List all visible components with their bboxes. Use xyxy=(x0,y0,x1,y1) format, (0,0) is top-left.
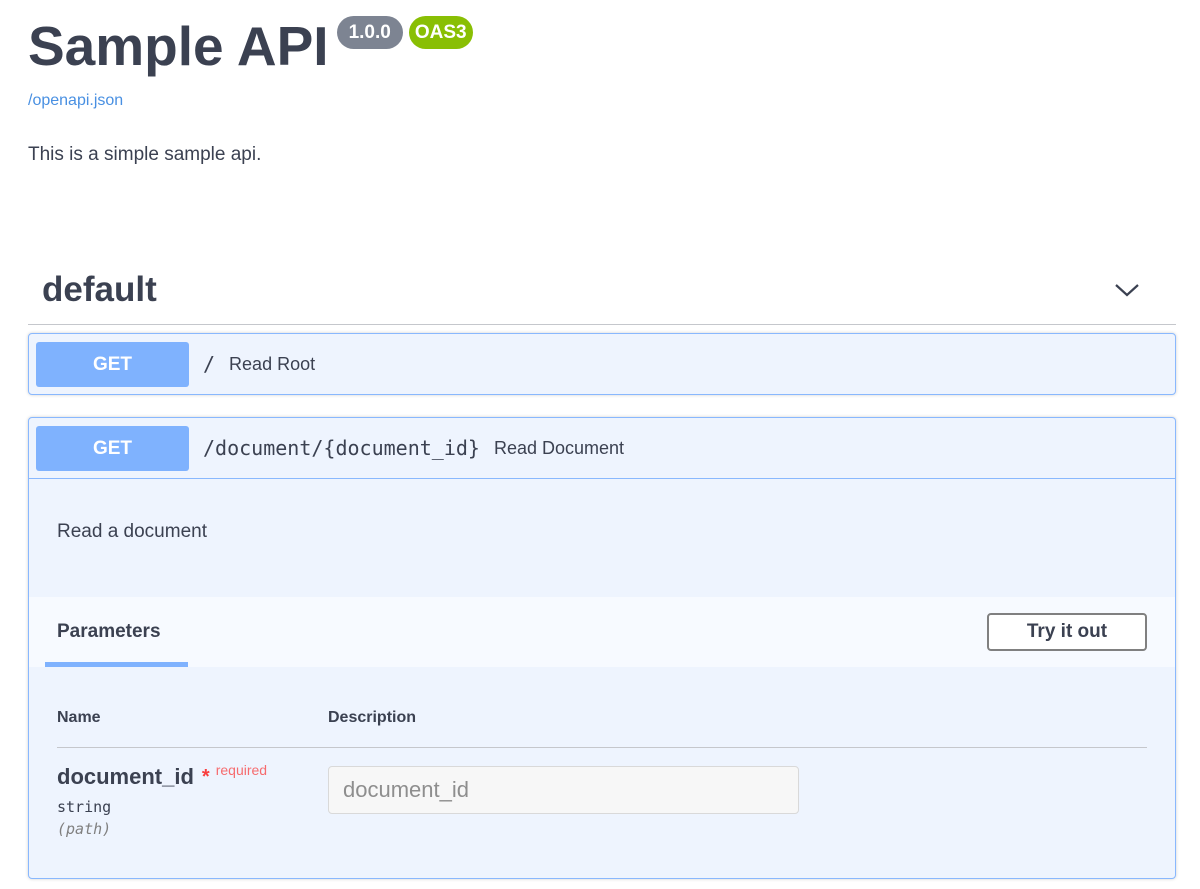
api-description: This is a simple sample api. xyxy=(28,144,262,165)
opblock-summary-get-document[interactable]: GET /document/{document_id} Read Documen… xyxy=(29,418,1175,479)
parameter-info: document_id * required string (path) xyxy=(57,762,328,838)
opblock-get-root: GET / Read Root xyxy=(28,333,1176,395)
parameter-value-cell xyxy=(328,764,799,838)
column-header-description: Description xyxy=(328,709,417,726)
parameter-name: document_id xyxy=(57,764,194,789)
parameter-row: document_id * required string (path) xyxy=(57,748,1147,838)
parameter-name-block: document_id * required xyxy=(57,762,328,790)
api-info: Sample API 1.0.0 OAS3 /openapi.json This… xyxy=(28,14,1176,166)
column-header-name: Name xyxy=(57,709,101,726)
oas-badge: OAS3 xyxy=(408,16,473,49)
swagger-ui-page: Sample API 1.0.0 OAS3 /openapi.json This… xyxy=(0,0,1200,889)
operation-summary: Read Document xyxy=(493,437,625,458)
parameters-table: Name Description document_id * required … xyxy=(29,667,1175,878)
try-it-out-button[interactable]: Try it out xyxy=(987,613,1147,651)
tag-section-default: default GET / Read Root GET /document/{d… xyxy=(28,256,1176,879)
required-label: required xyxy=(215,762,268,778)
parameter-type: string xyxy=(57,798,112,816)
tag-header-default[interactable]: default xyxy=(28,256,1176,325)
method-badge-get: GET xyxy=(36,425,189,471)
parameters-table-header: Name Description xyxy=(57,709,1147,748)
operation-summary: Read Root xyxy=(229,353,316,374)
tag-name: default xyxy=(42,270,157,309)
operation-path: /document/{document_id} xyxy=(203,436,480,460)
method-badge-get: GET xyxy=(36,341,189,387)
title-row: Sample API 1.0.0 OAS3 xyxy=(28,14,1176,78)
document-id-input[interactable] xyxy=(328,766,799,814)
operation-path: / xyxy=(203,352,216,376)
version-badge: 1.0.0 xyxy=(336,16,403,49)
parameter-location: (path) xyxy=(57,820,112,838)
parameters-header: Parameters Try it out xyxy=(29,597,1175,667)
opblock-get-document: GET /document/{document_id} Read Documen… xyxy=(28,417,1176,879)
chevron-down-icon[interactable] xyxy=(1114,282,1140,298)
tab-active-indicator xyxy=(45,662,188,667)
openapi-json-link[interactable]: /openapi.json xyxy=(28,92,123,110)
operation-description: Read a document xyxy=(57,521,207,542)
api-title: Sample API xyxy=(28,15,329,77)
tab-parameters[interactable]: Parameters xyxy=(57,621,161,643)
opblock-summary-get-root[interactable]: GET / Read Root xyxy=(29,334,1175,394)
required-asterisk: * xyxy=(201,766,210,788)
